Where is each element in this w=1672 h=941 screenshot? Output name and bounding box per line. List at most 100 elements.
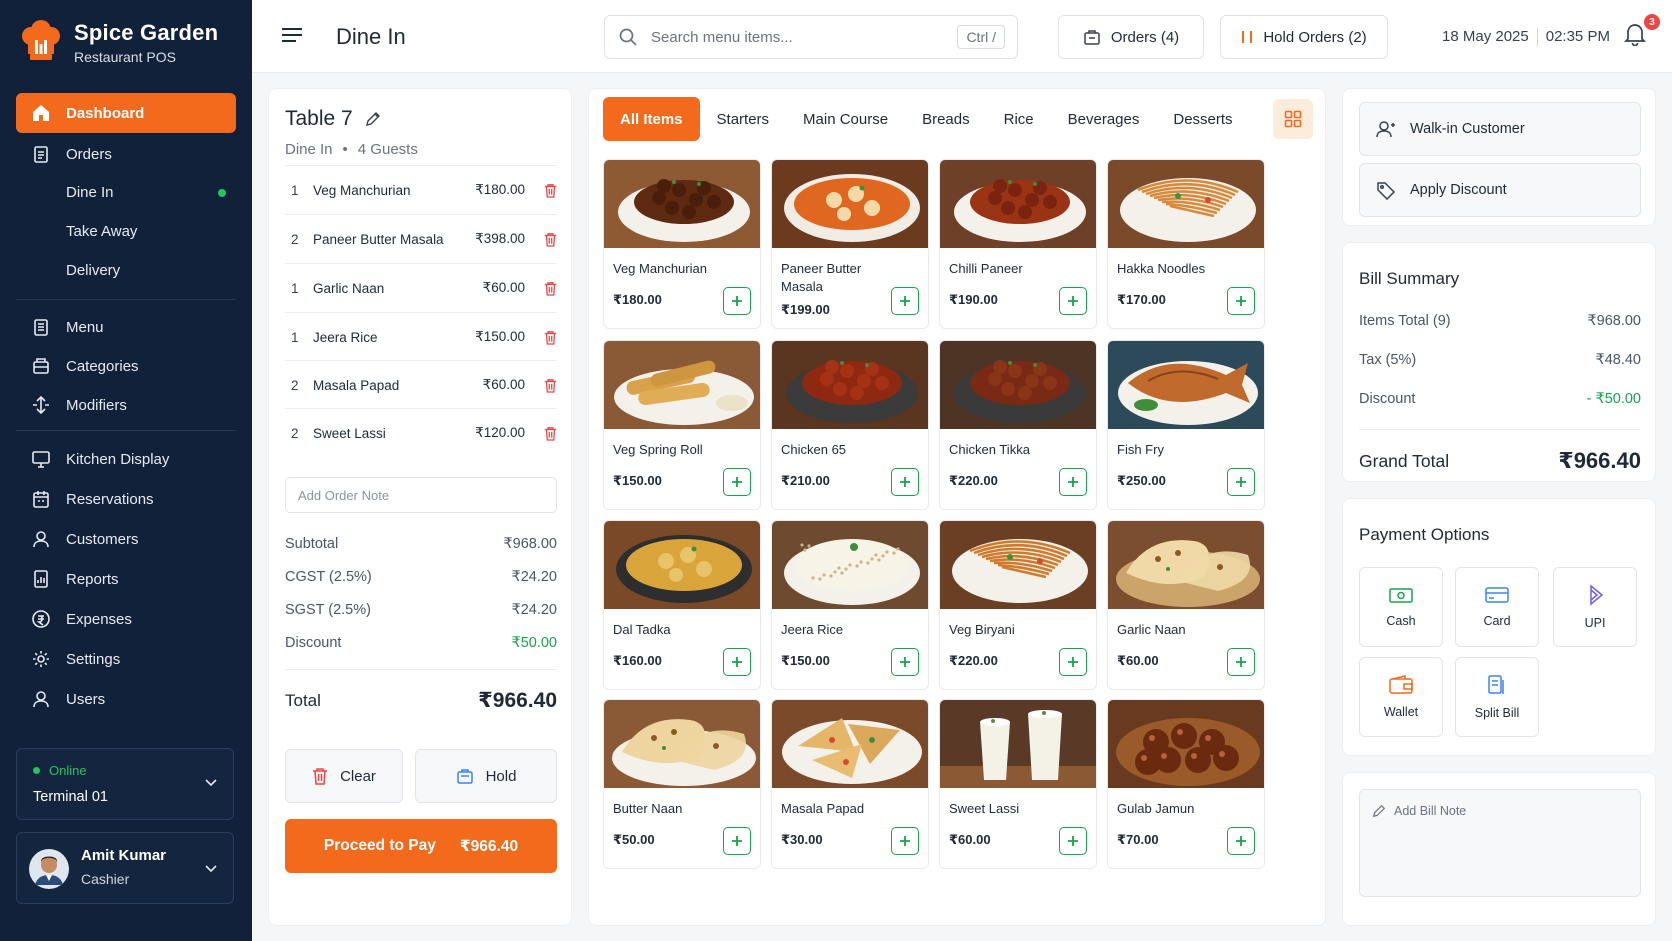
bill-note-input[interactable]: Add Bill Note [1359,789,1641,897]
grid-view-button[interactable] [1273,99,1313,139]
menu-item-card[interactable]: Paneer Butter Masala ₹199.00 [771,159,929,329]
nav-reports[interactable]: Reports [16,559,236,599]
add-item-button[interactable] [1227,827,1255,855]
add-item-button[interactable] [891,648,919,676]
add-item-button[interactable] [723,468,751,496]
user-menu[interactable]: Amit Kumar Cashier [16,832,234,904]
menu-item-card[interactable]: Chicken 65 ₹210.00 [771,340,929,510]
delete-item-button[interactable] [525,281,557,296]
app-name: Spice Garden [74,19,219,45]
menu-item-price: ₹220.00 [949,653,998,668]
nav-categories[interactable]: Categories [16,346,236,386]
hold-orders-button[interactable]: Hold Orders (2) [1220,15,1388,59]
menu-item-card[interactable]: Chilli Paneer ₹190.00 [939,159,1097,329]
item-qty: 1 [291,280,299,296]
edit-pencil-icon[interactable] [365,111,381,127]
tab-rice[interactable]: Rice [987,97,1051,141]
order-note-input[interactable] [285,477,557,513]
status-label: Online [49,763,87,778]
menu-item-card[interactable]: Sweet Lassi ₹60.00 [939,699,1097,869]
chevron-down-icon [205,865,217,873]
walk-in-customer-button[interactable]: Walk-in Customer [1359,102,1641,156]
tab-main-course[interactable]: Main Course [786,97,905,141]
menu-item-card[interactable]: Garlic Naan ₹60.00 [1107,520,1265,690]
tab-beverages[interactable]: Beverages [1051,97,1157,141]
order-item-row[interactable]: 1 Jeera Rice ₹150.00 [285,312,557,361]
nav-settings[interactable]: Settings [16,639,236,679]
add-item-button[interactable] [891,287,919,315]
pay-wallet-button[interactable]: Wallet [1359,657,1443,737]
menu-item-card[interactable]: Gulab Jamun ₹70.00 [1107,699,1265,869]
nav-label: Expenses [66,610,132,628]
menu-item-card[interactable]: Veg Manchurian ₹180.00 [603,159,761,329]
orders-button[interactable]: Orders (4) [1058,15,1204,59]
add-item-button[interactable] [1059,827,1087,855]
add-item-button[interactable] [723,827,751,855]
pay-split-bill-button[interactable]: Split Bill [1455,657,1539,737]
order-item-row[interactable]: 2 Paneer Butter Masala ₹398.00 [285,214,557,263]
delete-item-button[interactable] [525,183,557,198]
add-item-button[interactable] [1059,468,1087,496]
pay-cash-button[interactable]: Cash [1359,567,1443,647]
proceed-to-pay-button[interactable]: Proceed to Pay ₹966.40 [285,819,557,873]
hold-button[interactable]: Hold [415,749,557,803]
delete-item-button[interactable] [525,330,557,345]
delete-item-button[interactable] [525,426,557,441]
order-item-row[interactable]: 1 Veg Manchurian ₹180.00 [285,165,557,214]
add-item-button[interactable] [891,827,919,855]
add-item-button[interactable] [1227,468,1255,496]
menu-item-card[interactable]: Veg Biryani ₹220.00 [939,520,1097,690]
menu-item-card[interactable]: Jeera Rice ₹150.00 [771,520,929,690]
nav-users[interactable]: Users [16,679,236,719]
tab-desserts[interactable]: Desserts [1156,97,1249,141]
order-item-row[interactable]: 1 Garlic Naan ₹60.00 [285,263,557,312]
add-item-button[interactable] [1227,287,1255,315]
nav-menu[interactable]: Menu [16,307,236,347]
nav-modifiers[interactable]: Modifiers [16,385,236,425]
table-meta: Dine In • 4 Guests [285,141,418,158]
add-item-button[interactable] [723,287,751,315]
add-item-button[interactable] [723,648,751,676]
nav-orders[interactable]: Orders [16,134,236,174]
add-item-button[interactable] [1059,287,1087,315]
menu-item-card[interactable]: Butter Naan ₹50.00 [603,699,761,869]
nav-expenses[interactable]: Expenses [16,599,236,639]
bell-icon[interactable] [1624,22,1646,46]
discount-value: ₹50.00 [511,635,557,651]
add-item-button[interactable] [891,468,919,496]
order-item-row[interactable]: 2 Masala Papad ₹60.00 [285,360,557,409]
tab-breads[interactable]: Breads [905,97,987,141]
nav-dashboard[interactable]: Dashboard [16,93,236,133]
subtotal-label: Subtotal [285,536,339,552]
hamburger-menu-icon[interactable] [282,27,302,43]
menu-item-card[interactable]: Hakka Noodles ₹170.00 [1107,159,1265,329]
menu-item-card[interactable]: Chicken Tikka ₹220.00 [939,340,1097,510]
nav-kitchen-display[interactable]: Kitchen Display [16,439,236,479]
menu-item-card[interactable]: Fish Fry ₹250.00 [1107,340,1265,510]
nav-customers[interactable]: Customers [16,519,236,559]
add-item-button[interactable] [1227,648,1255,676]
add-item-button[interactable] [1059,648,1087,676]
bill-discount-row: Discount - ₹50.00 [1359,391,1641,407]
terminal-selector[interactable]: Online Terminal 01 [16,748,234,820]
pause-icon [1242,31,1253,43]
pay-card-button[interactable]: Card [1455,567,1539,647]
tab-all-items[interactable]: All Items [603,97,700,141]
nav-reservations[interactable]: Reservations [16,479,236,519]
nav-delivery[interactable]: Delivery [66,262,120,279]
delete-item-button[interactable] [525,232,557,247]
pay-upi-button[interactable]: UPI [1553,567,1637,647]
order-item-row[interactable]: 2 Sweet Lassi ₹120.00 [285,408,557,457]
menu-item-card[interactable]: Dal Tadka ₹160.00 [603,520,761,690]
nav-dine-in[interactable]: Dine In [66,184,114,201]
apply-discount-button[interactable]: Apply Discount [1359,163,1641,217]
plus-icon [732,657,742,667]
delete-item-button[interactable] [525,378,557,393]
clear-button[interactable]: Clear [285,749,403,803]
search-box[interactable]: Ctrl / [604,15,1018,59]
nav-take-away[interactable]: Take Away [66,223,137,240]
menu-item-card[interactable]: Veg Spring Roll ₹150.00 [603,340,761,510]
menu-item-card[interactable]: Masala Papad ₹30.00 [771,699,929,869]
search-input[interactable] [651,28,941,46]
tab-starters[interactable]: Starters [700,97,787,141]
